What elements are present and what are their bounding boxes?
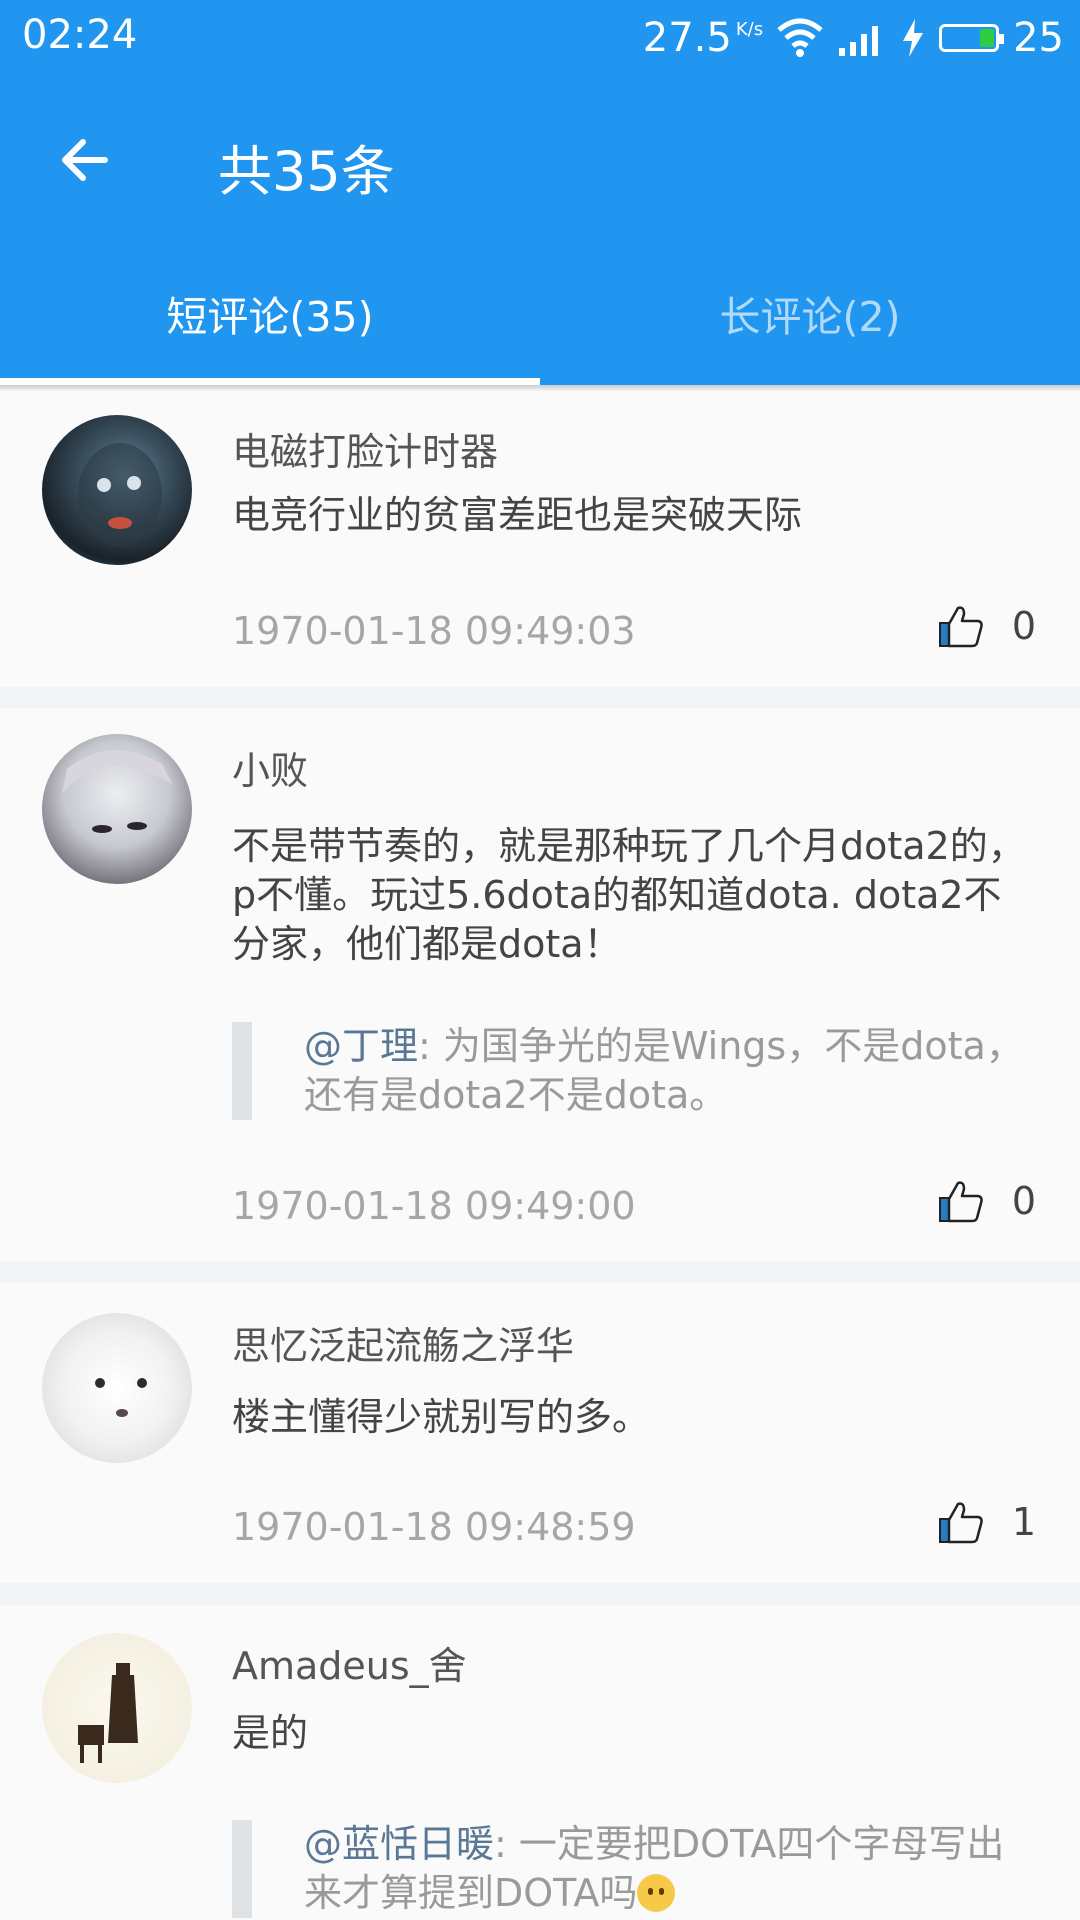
like-button[interactable]: 0 bbox=[938, 1178, 1036, 1224]
comment-text: 不是带节奏的，就是那种玩了几个月dota2的，p不懂。玩过5.6dota的都知道… bbox=[232, 824, 1026, 966]
comment-text: 楼主懂得少就别写的多。 bbox=[232, 1395, 651, 1439]
like-count: 0 bbox=[1011, 604, 1036, 648]
signal-icon bbox=[839, 26, 879, 56]
battery-percent: 25 bbox=[1013, 15, 1064, 61]
tab-long-comments-label: 长评论(2) bbox=[719, 292, 901, 341]
avatar-face bbox=[62, 750, 172, 833]
tab-bar: 短评论(35) 长评论(2) bbox=[0, 240, 1080, 385]
avatar[interactable] bbox=[42, 1633, 192, 1783]
tab-long-comments[interactable]: 长评论(2) bbox=[540, 240, 1080, 385]
neutral-face-emoji-icon bbox=[637, 1874, 676, 1912]
status-bar: 02:24 27.5 K/s 25 bbox=[0, 0, 1080, 75]
tab-short-comments-label: 短评论(35) bbox=[166, 292, 374, 341]
tab-indicator bbox=[0, 378, 540, 385]
toolbar: 共35条 bbox=[0, 75, 1080, 240]
reply-user[interactable]: @丁理 bbox=[304, 1024, 418, 1068]
status-right: 27.5 K/s 25 bbox=[643, 8, 1064, 68]
like-button[interactable]: 0 bbox=[938, 603, 1036, 649]
network-speed: 27.5 K/s bbox=[643, 15, 763, 61]
comment-author[interactable]: 小败 bbox=[232, 740, 308, 795]
comment-item[interactable]: 思忆泛起流觞之浮华 楼主懂得少就别写的多。 1970-01-18 09:48:5… bbox=[0, 1283, 1080, 1583]
avatar[interactable] bbox=[42, 734, 192, 884]
tab-short-comments[interactable]: 短评论(35) bbox=[0, 240, 540, 385]
comment-author[interactable]: 思忆泛起流觞之浮华 bbox=[232, 1315, 574, 1370]
quoted-reply: @丁理: 为国争光的是Wings，不是dota，还有是dota2不是dota。 bbox=[232, 1022, 1032, 1120]
thumbs-up-icon bbox=[938, 1181, 983, 1223]
comment-time: 1970-01-18 09:48:59 bbox=[232, 1505, 636, 1549]
battery-icon bbox=[939, 24, 1005, 52]
avatar-figure bbox=[78, 1663, 138, 1763]
charging-icon bbox=[903, 19, 924, 57]
like-count: 1 bbox=[1011, 1500, 1036, 1544]
avatar[interactable] bbox=[42, 1313, 192, 1463]
comment-author[interactable]: Amadeus_舍 bbox=[232, 1635, 467, 1690]
like-button[interactable]: 1 bbox=[938, 1499, 1036, 1545]
arrow-left-icon[interactable] bbox=[50, 125, 120, 195]
wifi-icon bbox=[777, 18, 823, 57]
avatar-face bbox=[78, 443, 162, 547]
avatar[interactable] bbox=[42, 415, 192, 565]
page-title: 共35条 bbox=[218, 140, 395, 203]
comment-author[interactable]: 电磁打脸计时器 bbox=[232, 421, 498, 476]
thumbs-up-icon bbox=[938, 606, 983, 648]
comment-time: 1970-01-18 09:49:00 bbox=[232, 1184, 636, 1228]
comment-text: 是的 bbox=[232, 1711, 309, 1755]
like-count: 0 bbox=[1011, 1179, 1036, 1223]
comment-text: 电竞行业的贫富差距也是突破天际 bbox=[232, 493, 803, 537]
reply-user[interactable]: @蓝恬日暖 bbox=[304, 1822, 494, 1866]
comment-item[interactable]: 小败 不是带节奏的，就是那种玩了几个月dota2的，p不懂。玩过5.6dota的… bbox=[0, 708, 1080, 1261]
network-speed-value: 27.5 bbox=[642, 15, 732, 61]
thumbs-up-icon bbox=[938, 1502, 983, 1544]
network-speed-unit: K/s bbox=[735, 19, 764, 40]
comment-item[interactable]: 电磁打脸计时器 电竞行业的贫富差距也是突破天际 1970-01-18 09:49… bbox=[0, 391, 1080, 687]
battery-level bbox=[980, 29, 995, 47]
avatar-face bbox=[95, 1378, 147, 1417]
comment-item[interactable]: Amadeus_舍 是的 @蓝恬日暖: 一定要把DOTA四个字母写出来才算提到D… bbox=[0, 1605, 1080, 1920]
comment-time: 1970-01-18 09:49:03 bbox=[232, 609, 636, 653]
quoted-reply: @蓝恬日暖: 一定要把DOTA四个字母写出来才算提到DOTA吗 bbox=[232, 1820, 1032, 1918]
status-time: 02:24 bbox=[22, 12, 138, 58]
